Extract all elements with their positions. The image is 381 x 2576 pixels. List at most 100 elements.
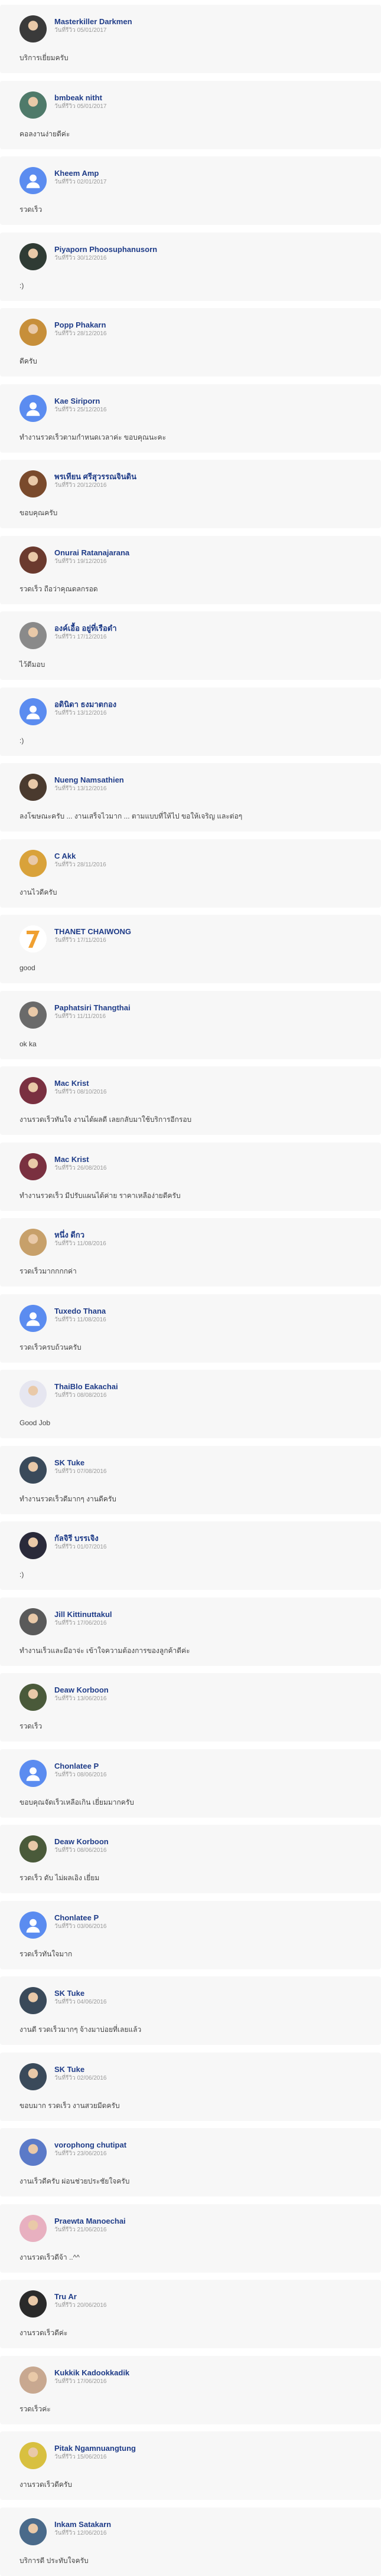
avatar[interactable] bbox=[19, 91, 47, 119]
review-header: Kheem Amp วันที่รีวิว 02/01/2017 bbox=[19, 167, 381, 195]
review-date-prefix: วันที่รีวิว bbox=[54, 2302, 76, 2309]
reviewer-name[interactable]: ThaiBlo Eakachai bbox=[54, 1382, 118, 1392]
review-header: SK Tuke วันที่รีวิว 04/06/2016 bbox=[19, 1987, 381, 2015]
reviewer-name[interactable]: Deaw Korboon bbox=[54, 1837, 109, 1847]
avatar[interactable] bbox=[19, 1684, 47, 1711]
avatar[interactable] bbox=[19, 1532, 47, 1559]
review-card: Popp Phakarn วันที่รีวิว 28/12/2016 ดีครับ bbox=[0, 308, 381, 377]
avatar[interactable] bbox=[19, 546, 47, 574]
review-meta: Paphatsiri Thangthai วันที่รีวิว 11/11/20… bbox=[54, 1001, 131, 1021]
default-avatar-icon[interactable] bbox=[19, 1911, 47, 1939]
avatar[interactable] bbox=[19, 2290, 47, 2318]
reviewer-name[interactable]: กัลจิรี บรรเจิง bbox=[54, 1533, 107, 1543]
avatar[interactable] bbox=[19, 2063, 47, 2090]
review-date-prefix: วันที่รีวิว bbox=[54, 1013, 76, 1020]
review-meta: Jill Kittinuttakul วันที่รีวิว 17/06/2016 bbox=[54, 1608, 112, 1628]
review-meta: Kae Siriporn วันที่รีวิว 25/12/2016 bbox=[54, 395, 107, 414]
avatar[interactable] bbox=[19, 319, 47, 346]
review-header: Mac Krist วันที่รีวิว 26/08/2016 bbox=[19, 1153, 381, 1181]
avatar[interactable] bbox=[19, 1987, 47, 2014]
review-date-prefix: วันที่รีวิว bbox=[54, 1923, 76, 1930]
reviewer-name[interactable]: bmbeak nitht bbox=[54, 93, 107, 103]
review-header: Nueng Namsathien วันที่รีวิว 13/12/2016 bbox=[19, 774, 381, 802]
reviewer-name[interactable]: Mac Krist bbox=[54, 1078, 107, 1088]
reviewer-name[interactable]: อดินิดา ธงมาตกอง bbox=[54, 699, 116, 709]
reviewer-name[interactable]: Chonlatee P bbox=[54, 1761, 107, 1771]
reviewer-name[interactable]: Pitak Ngamnuangtung bbox=[54, 2443, 136, 2453]
review-date-prefix: วันที่รีวิว bbox=[54, 634, 76, 640]
reviewer-name[interactable]: Popp Phakarn bbox=[54, 320, 107, 330]
review-card: bmbeak nitht วันที่รีวิว 05/01/2017 คอลงาน… bbox=[0, 80, 381, 149]
avatar[interactable] bbox=[19, 1229, 47, 1256]
review-meta: Chonlatee P วันที่รีวิว 03/06/2016 bbox=[54, 1911, 107, 1931]
avatar[interactable] bbox=[19, 1001, 47, 1029]
reviewer-name[interactable]: vorophong chutipat bbox=[54, 2140, 126, 2150]
avatar[interactable] bbox=[19, 243, 47, 270]
review-meta: Kukkik Kadookkadik วันที่รีวิว 17/06/2016 bbox=[54, 2366, 129, 2386]
avatar[interactable] bbox=[19, 2442, 47, 2469]
reviewer-name[interactable]: พรเทียน ศรีสุวรรณจินดิน bbox=[54, 472, 136, 482]
avatar[interactable] bbox=[19, 1608, 47, 1635]
avatar[interactable] bbox=[19, 1380, 47, 1408]
review-card: กัลจิรี บรรเจิง วันที่รีวิว 01/07/2016:) bbox=[0, 1521, 381, 1590]
review-header: Inkam Satakarn วันที่รีวิว 12/06/2016 bbox=[19, 2518, 381, 2546]
avatar[interactable] bbox=[19, 1456, 47, 1484]
avatar[interactable] bbox=[19, 470, 47, 497]
reviewer-name[interactable]: THANET CHAIWONG bbox=[54, 927, 131, 937]
avatar[interactable] bbox=[19, 2139, 47, 2166]
reviewer-name[interactable]: Tuxedo Thana bbox=[54, 1306, 106, 1316]
review-comment: บริการดี ประทับใจครับ bbox=[19, 2556, 89, 2565]
reviewer-name[interactable]: Kae Siriporn bbox=[54, 396, 107, 406]
review-header: องค์เอื้อ อยู่ที่เรือดำ วันที่รีวิว 17/12… bbox=[19, 622, 381, 650]
reviewer-name[interactable]: SK Tuke bbox=[54, 1458, 107, 1468]
avatar[interactable] bbox=[19, 2214, 47, 2242]
review-meta: Tru Ar วันที่รีวิว 20/06/2016 bbox=[54, 2290, 107, 2310]
default-avatar-icon[interactable] bbox=[19, 1304, 47, 1332]
reviewer-name[interactable]: Deaw Korboon bbox=[54, 1685, 109, 1695]
reviewer-name[interactable]: องค์เอื้อ อยู่ที่เรือดำ bbox=[54, 623, 117, 633]
reviewer-name[interactable]: SK Tuke bbox=[54, 1988, 107, 1998]
review-date-value: 19/12/2016 bbox=[77, 558, 107, 565]
reviewer-name[interactable]: Piyaporn Phoosuphanusorn bbox=[54, 244, 157, 254]
avatar[interactable] bbox=[19, 849, 47, 877]
default-avatar-icon[interactable] bbox=[19, 394, 47, 422]
reviewer-name[interactable]: Chonlatee P bbox=[54, 1913, 107, 1923]
review-date-value: 02/06/2016 bbox=[77, 2074, 107, 2081]
review-header: พรเทียน ศรีสุวรรณจินดิน วันที่รีวิว 20/12… bbox=[19, 470, 381, 499]
avatar[interactable] bbox=[19, 1153, 47, 1180]
default-avatar-icon[interactable] bbox=[19, 698, 47, 725]
reviewer-name[interactable]: Kukkik Kadookkadik bbox=[54, 2368, 129, 2378]
reviewer-name[interactable]: Onurai Ratanajarana bbox=[54, 548, 129, 558]
reviewer-name[interactable]: Praewta Manoechai bbox=[54, 2216, 126, 2226]
reviewer-name[interactable]: SK Tuke bbox=[54, 2064, 107, 2074]
avatar[interactable] bbox=[19, 1835, 47, 1863]
avatar[interactable] bbox=[19, 2366, 47, 2394]
reviewer-name[interactable]: Masterkiller Darkmen bbox=[54, 17, 132, 27]
review-date-value: 13/12/2016 bbox=[77, 785, 107, 792]
review-date: วันที่รีวิว 28/11/2016 bbox=[54, 861, 106, 869]
default-avatar-icon[interactable] bbox=[19, 167, 47, 194]
reviewer-name[interactable]: Nueng Namsathien bbox=[54, 775, 124, 785]
reviewer-name[interactable]: Kheem Amp bbox=[54, 168, 107, 178]
reviewer-name[interactable]: Mac Krist bbox=[54, 1154, 107, 1164]
avatar[interactable] bbox=[19, 15, 47, 42]
reviewer-name[interactable]: Paphatsiri Thangthai bbox=[54, 1003, 131, 1013]
default-avatar-icon[interactable] bbox=[19, 1759, 47, 1787]
review-card: SK Tuke วันที่รีวิว 02/06/2016 ขอบมาก รวดเ… bbox=[0, 2052, 381, 2121]
avatar[interactable] bbox=[19, 1077, 47, 1104]
reviewer-name[interactable]: C Akk bbox=[54, 851, 106, 861]
review-date-value: 15/06/2016 bbox=[77, 2454, 107, 2460]
review-comment: ลงโฆษณะครับ ... งานเสร็จไวมาก ... ตามแบบ… bbox=[19, 812, 243, 820]
review-card: Kukkik Kadookkadik วันที่รีวิว 17/06/2016… bbox=[0, 2355, 381, 2424]
avatar-logo-icon[interactable] bbox=[19, 925, 47, 953]
avatar[interactable] bbox=[19, 774, 47, 801]
review-date-prefix: วันที่รีวิว bbox=[54, 785, 76, 792]
review-card: Onurai Ratanajarana วันที่รีวิว 19/12/201… bbox=[0, 535, 381, 604]
avatar[interactable] bbox=[19, 622, 47, 649]
reviewer-name[interactable]: Jill Kittinuttakul bbox=[54, 1609, 112, 1619]
review-date-value: 11/08/2016 bbox=[77, 1316, 106, 1323]
review-date: วันที่รีวิว 05/01/2017 bbox=[54, 103, 107, 111]
reviewer-name[interactable]: หนึ่ง ดีกว bbox=[54, 1230, 106, 1240]
reviewer-name[interactable]: Inkam Satakarn bbox=[54, 2519, 111, 2529]
reviewer-name[interactable]: Tru Ar bbox=[54, 2292, 107, 2302]
